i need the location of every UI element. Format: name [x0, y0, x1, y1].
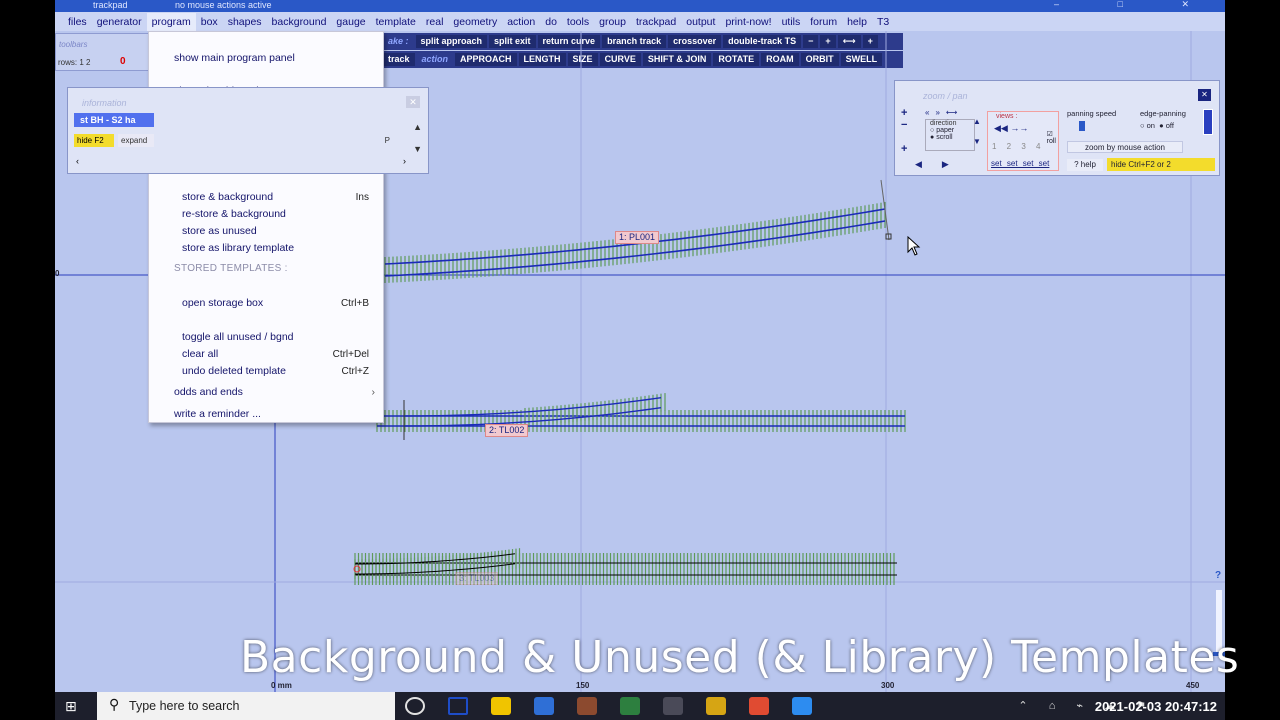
- zoom-by-mouse-action-button[interactable]: zoom by mouse action: [1067, 141, 1183, 153]
- views-numbers[interactable]: 1 2 3 4: [992, 142, 1040, 151]
- zoom-vertical-arrows-icon[interactable]: ▲ ▼: [973, 117, 981, 147]
- program-menu-item[interactable]: odds and ends ›: [149, 385, 383, 400]
- folder-icon[interactable]: [706, 697, 726, 715]
- chrome-icon[interactable]: [749, 697, 769, 715]
- program-menu-label: odds and ends: [174, 386, 243, 398]
- information-panel: information st BH - S2 ha hide F2 expand…: [67, 87, 429, 174]
- program-menu-item[interactable]: toggle all unused / bgnd: [149, 330, 383, 345]
- clock[interactable]: 2021-02-03 20:47:12: [1095, 699, 1217, 714]
- paper-label: paper: [936, 127, 955, 134]
- taskbar-search-box[interactable]: ⚲ Type here to search: [97, 692, 395, 720]
- shortcut-label: Ctrl+Z: [341, 366, 370, 377]
- info-field: st BH - S2 ha: [74, 113, 154, 127]
- zoom-side-scroll-icon[interactable]: [1203, 109, 1213, 135]
- program-menu-item[interactable]: open storage box Ctrl+B: [149, 296, 383, 311]
- windows-start-icon[interactable]: ⊞: [65, 698, 77, 715]
- program-menu-label: undo deleted template: [182, 365, 286, 377]
- paper-radio[interactable]: ○ paper: [930, 127, 974, 134]
- program-menu-label: store as library template: [182, 242, 295, 254]
- panning-speed-slider[interactable]: [1079, 121, 1085, 131]
- file-explorer-icon[interactable]: [491, 697, 511, 715]
- search-icon: ⚲: [109, 696, 120, 712]
- search-placeholder: Type here to search: [129, 699, 240, 713]
- zoom-hide-button[interactable]: hide Ctrl+F2 or 2: [1107, 158, 1215, 171]
- program-menu-label: toggle all unused / bgnd: [182, 331, 294, 343]
- axis-label-y0: 0: [55, 269, 60, 278]
- program-menu-item[interactable]: clear all Ctrl+Del: [149, 347, 383, 362]
- views-set-buttons[interactable]: set set set set: [991, 159, 1049, 168]
- off-label: off: [1165, 121, 1174, 130]
- help-marker[interactable]: ?: [1215, 570, 1221, 581]
- program-menu-label: show main program panel: [174, 52, 295, 64]
- zoom-pan-title: zoom / pan: [923, 91, 968, 101]
- program-menu-item[interactable]: store as unused: [149, 224, 383, 239]
- program-menu-label: write a reminder ...: [174, 408, 261, 420]
- panning-speed-label: panning speed: [1067, 109, 1117, 118]
- edge-panning-label: edge-panning: [1140, 109, 1186, 118]
- rail-pl001: [384, 220, 886, 277]
- zoom-plus-minus-icon[interactable]: + − +: [901, 107, 907, 155]
- program-menu-label: open storage box: [182, 297, 264, 309]
- zoom-pan-panel: zoom / pan ✕ + − + «»⟷ direction ○ paper ●…: [894, 80, 1220, 176]
- direction-label: direction: [930, 120, 957, 127]
- program-menu-item[interactable]: store & background Ins: [149, 190, 383, 205]
- scroll-label: scroll: [936, 134, 953, 141]
- edge-panning-radios[interactable]: ○ on ● off: [1140, 121, 1174, 130]
- zoom-icon[interactable]: [792, 697, 812, 715]
- scroll-right-icon[interactable]: ›: [403, 156, 406, 166]
- screen: trackpad no mouse actions active – □ ✕ f…: [0, 0, 1280, 720]
- program-menu-item[interactable]: undo deleted template Ctrl+Z: [149, 364, 383, 379]
- zoom-horizontal-arrows-icon[interactable]: ◀▶: [915, 159, 969, 170]
- expand-button[interactable]: expand: [118, 134, 154, 147]
- submenu-arrow-icon: ›: [371, 386, 376, 398]
- edge-icon[interactable]: [534, 697, 554, 715]
- information-title: information: [82, 98, 127, 108]
- app-icon-2[interactable]: [663, 697, 683, 715]
- program-menu-label: re-store & background: [182, 208, 286, 220]
- views-label: views :: [996, 113, 1018, 120]
- program-menu-section-header: STORED TEMPLATES :: [174, 263, 288, 274]
- calculator-icon[interactable]: [620, 697, 640, 715]
- program-menu-label: clear all: [182, 348, 219, 360]
- windows-taskbar: ⊞ ⚲ Type here to search ⌃ ⌂ ⌁ ☁ ⚑ 2021-0…: [55, 692, 1225, 720]
- template-label-tl002[interactable]: 2: TL002: [485, 424, 529, 437]
- hide-f2-button[interactable]: hide F2: [74, 134, 114, 147]
- program-menu-item[interactable]: store as library template: [149, 241, 383, 256]
- video-caption: Background & Unused (& Library) Template…: [240, 632, 1240, 683]
- cortana-icon[interactable]: [405, 697, 425, 715]
- views-arrows[interactable]: ◀◀ →→: [994, 123, 1028, 134]
- views-group: views : ◀◀ →→ ☑ roll 1 2 3 4 set set set …: [987, 111, 1059, 171]
- template-label-tl003[interactable]: 3: TL003: [455, 572, 499, 585]
- template-label-pl001[interactable]: 1: PL001: [615, 231, 660, 244]
- shortcut-label: Ins: [355, 192, 369, 203]
- app-icon[interactable]: [577, 697, 597, 715]
- program-menu-item[interactable]: write a reminder ...: [149, 407, 383, 422]
- shortcut-label: Ctrl+B: [340, 298, 369, 309]
- scroll-left-icon[interactable]: ‹: [76, 156, 79, 166]
- on-label: on: [1146, 121, 1155, 130]
- task-view-icon[interactable]: [448, 697, 468, 715]
- zoom-close-button[interactable]: ✕: [1198, 89, 1211, 101]
- mouse-cursor-icon: [907, 236, 921, 256]
- roll-checkbox[interactable]: ☑ roll: [1047, 130, 1056, 145]
- program-menu-label: store as unused: [182, 225, 257, 237]
- program-menu-item[interactable]: show main program panel: [149, 51, 383, 66]
- scroll-radio[interactable]: ● scroll: [930, 134, 974, 141]
- program-menu-item[interactable]: re-store & background: [149, 207, 383, 222]
- program-menu-label: store & background: [182, 191, 274, 203]
- shortcut-label: Ctrl+Del: [332, 349, 369, 360]
- templot-window: trackpad no mouse actions active – □ ✕ f…: [55, 0, 1225, 692]
- roll-label: roll: [1046, 138, 1056, 145]
- info-close-button[interactable]: ✕: [406, 96, 420, 108]
- zoom-help-button[interactable]: ? help: [1067, 159, 1103, 171]
- info-scroll-arrows-icon[interactable]: ▲ ▼: [413, 116, 422, 160]
- info-trunc-text: P: [384, 136, 390, 145]
- direction-group: direction ○ paper ● scroll: [925, 119, 975, 151]
- zoom-step-arrows-icon[interactable]: «»⟷: [925, 108, 963, 117]
